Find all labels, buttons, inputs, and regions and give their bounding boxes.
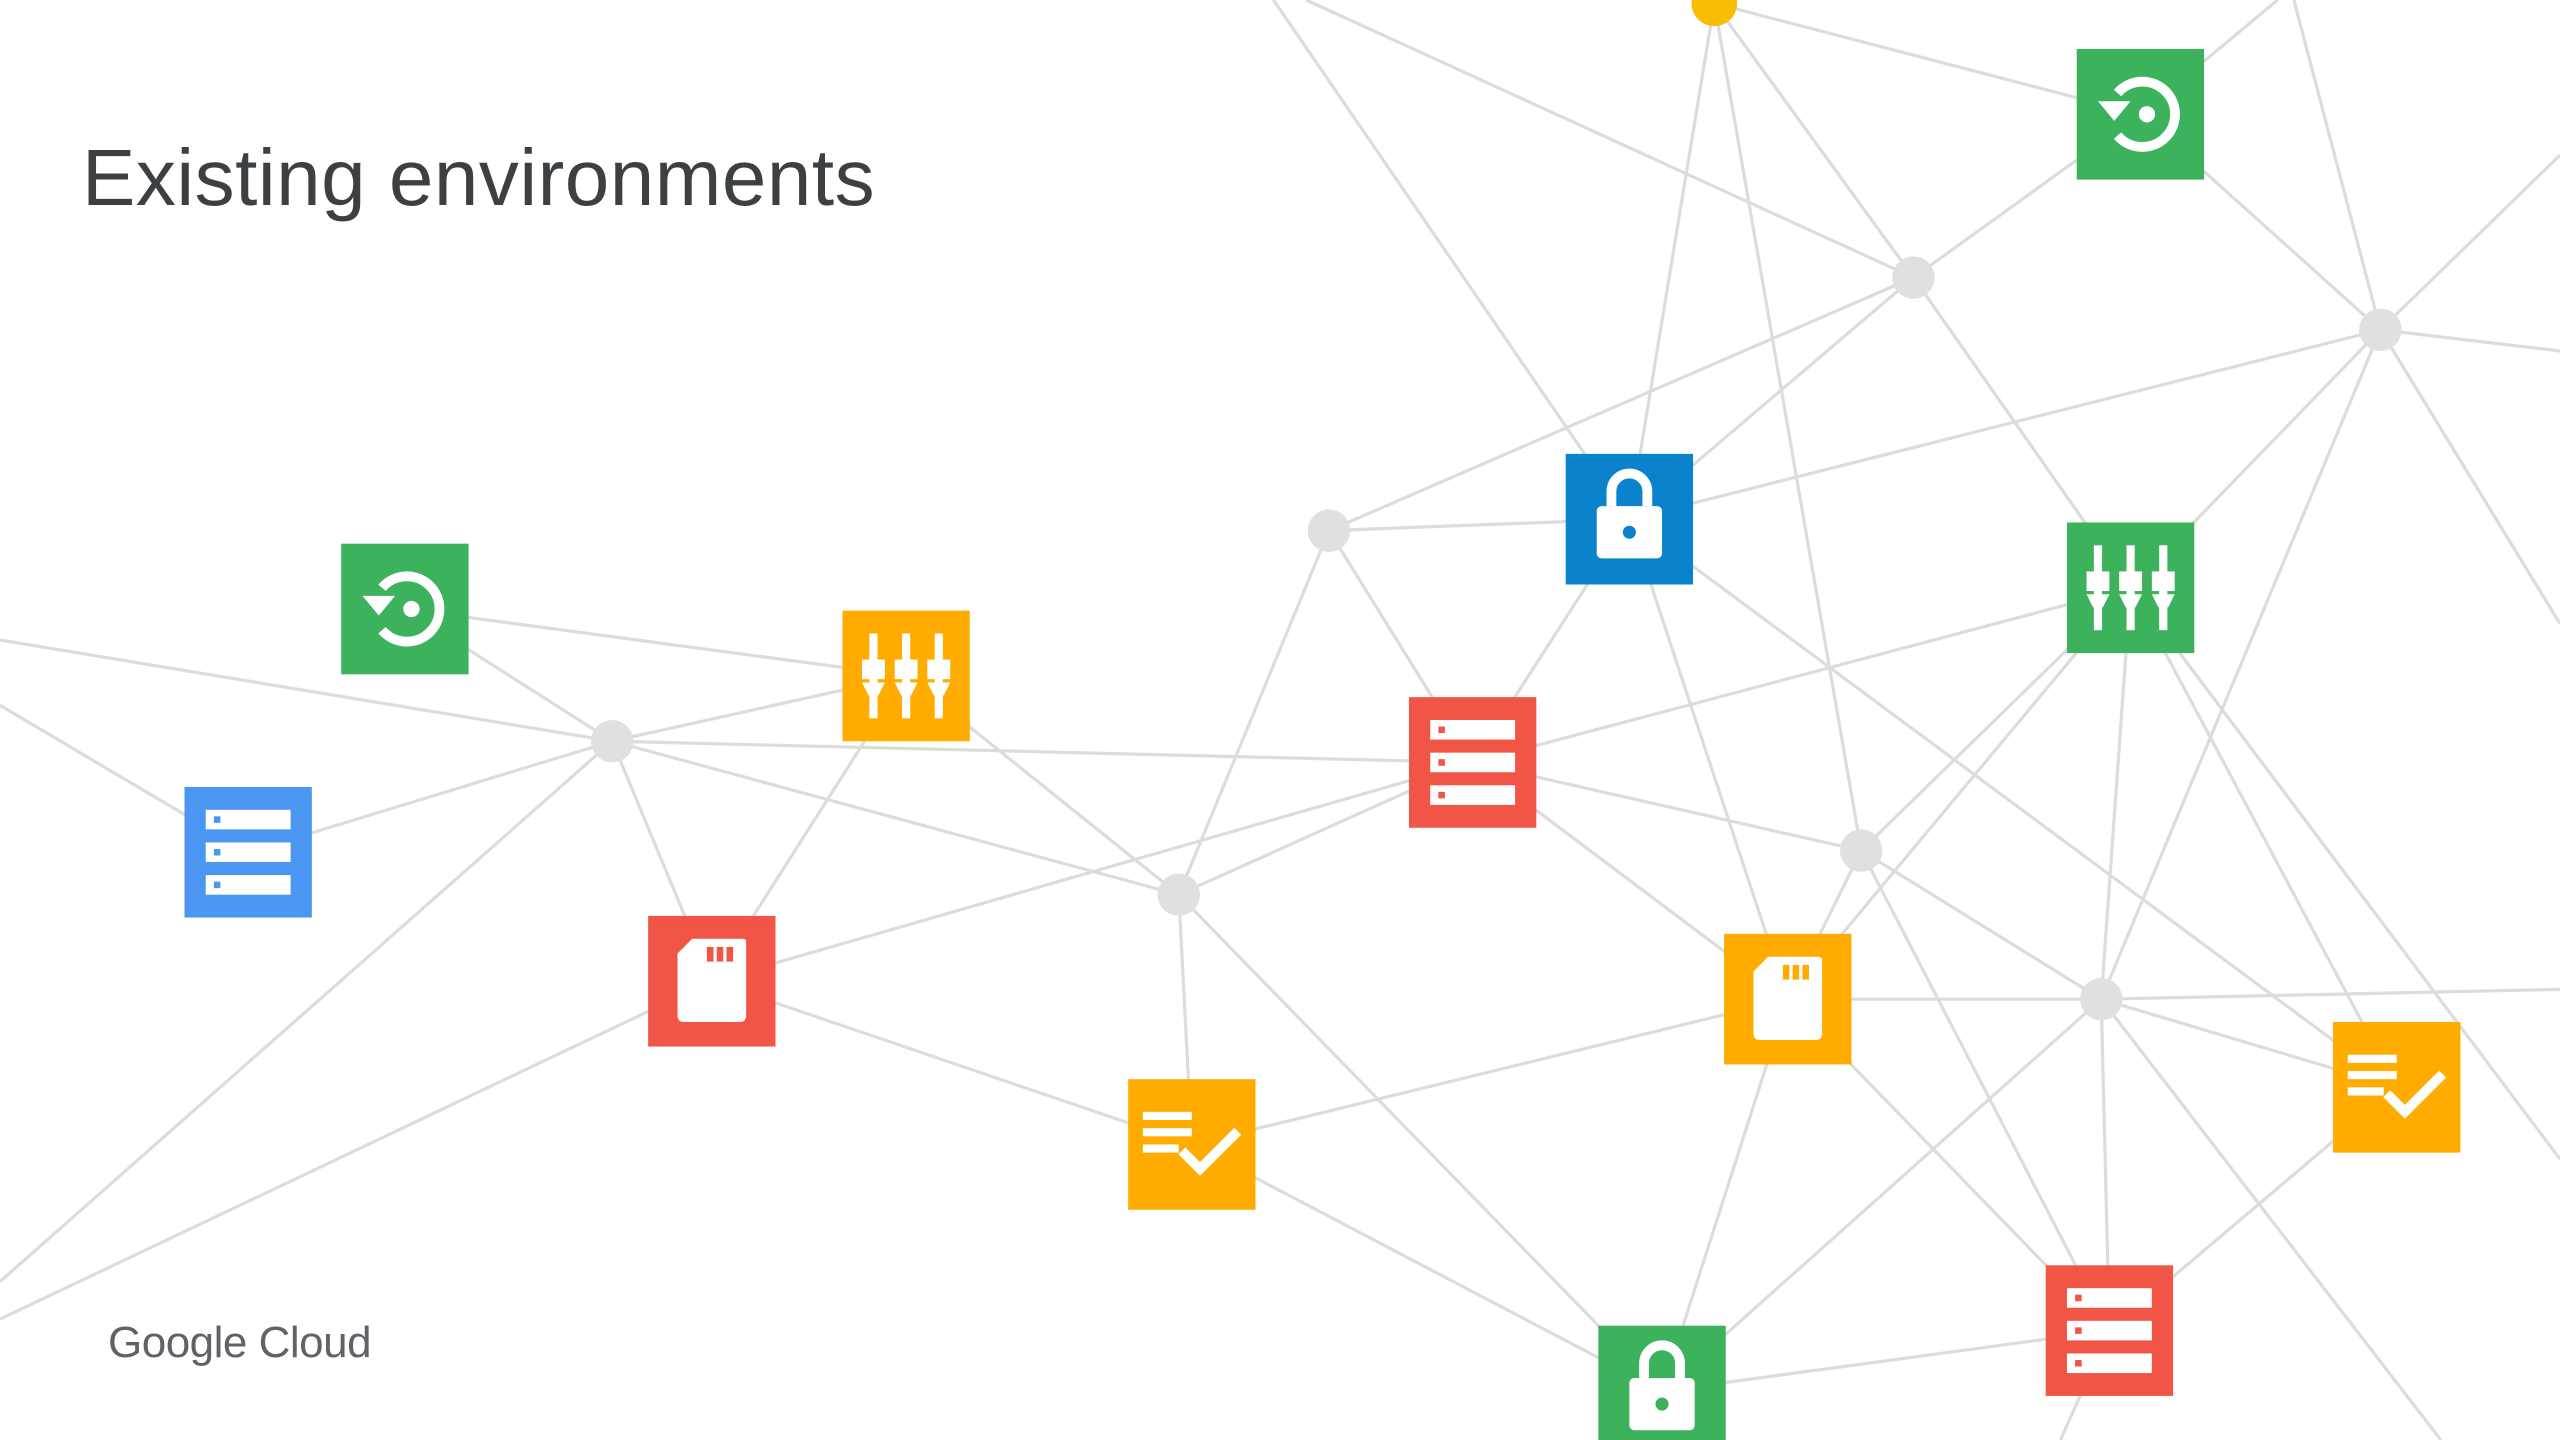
server-list-icon: [1430, 720, 1516, 805]
network-edge: [1177, 530, 1331, 896]
mixer-tile: [2066, 522, 2195, 654]
checklist-tile: [2333, 1022, 2461, 1153]
lock-tile: [1598, 1325, 1726, 1440]
network-edge: [1191, 1143, 1663, 1393]
network-edge: [1661, 1329, 2110, 1393]
network-edge: [1472, 586, 2132, 764]
hub-node: [1307, 509, 1351, 552]
sd-card-icon: [1753, 956, 1823, 1040]
sd-card-icon: [677, 938, 747, 1023]
server-list-icon: [2066, 1288, 2152, 1374]
network-edge: [0, 638, 613, 743]
hub-node-yellow: [1691, 0, 1738, 27]
network-diagram: [0, 0, 2560, 1440]
hub-node: [1892, 256, 1935, 299]
google-cloud-logo: Google Cloud: [108, 1318, 372, 1367]
network-edge: [612, 739, 1473, 765]
hub-node: [1840, 829, 1883, 872]
hub-node: [2359, 308, 2402, 352]
hub-node: [2080, 977, 2123, 1021]
network-edge: [1713, 1, 2141, 116]
network-edge: [2379, 328, 2560, 625]
server-list-icon: [205, 809, 291, 895]
network-edge: [2099, 329, 2382, 1000]
sdcard-tile: [1724, 933, 1852, 1065]
network-edge: [1627, 518, 1790, 1000]
network-edge: [0, 979, 713, 1321]
network-edge: [1859, 849, 2111, 1332]
network-edge: [2101, 987, 2560, 1001]
network-edge: [711, 979, 1193, 1147]
backup-tile: [2076, 48, 2205, 180]
equalizer-sliders-icon: [2086, 545, 2175, 631]
network-edge: [2379, 153, 2560, 331]
network-edge: [1860, 849, 2103, 1001]
network-edge: [1191, 997, 1789, 1147]
hub-node: [1157, 873, 1200, 916]
backup-tile: [341, 543, 469, 675]
network-edge: [2380, 328, 2560, 353]
hub-node: [591, 720, 634, 763]
network-edge: [404, 607, 907, 678]
network-edge: [2129, 587, 2399, 1089]
network-edge: [1305, 0, 1915, 280]
network-edge: [2292, 0, 2382, 331]
mixer-tile: [842, 610, 970, 742]
server-tile: [184, 786, 312, 918]
checklist-tile: [1128, 1079, 1256, 1210]
network-edge: [1712, 2, 1915, 279]
sdcard-tile: [648, 915, 776, 1047]
network-edge: [1272, 0, 1631, 521]
network-edge: [1627, 3, 1716, 520]
equalizer-sliders-icon: [862, 633, 951, 719]
server-tile: [1408, 697, 1537, 828]
server-tile: [2045, 1265, 2174, 1396]
network-edge: [711, 760, 1474, 983]
lock-tile: [1565, 453, 1694, 585]
network-edges: [0, 0, 2560, 1440]
